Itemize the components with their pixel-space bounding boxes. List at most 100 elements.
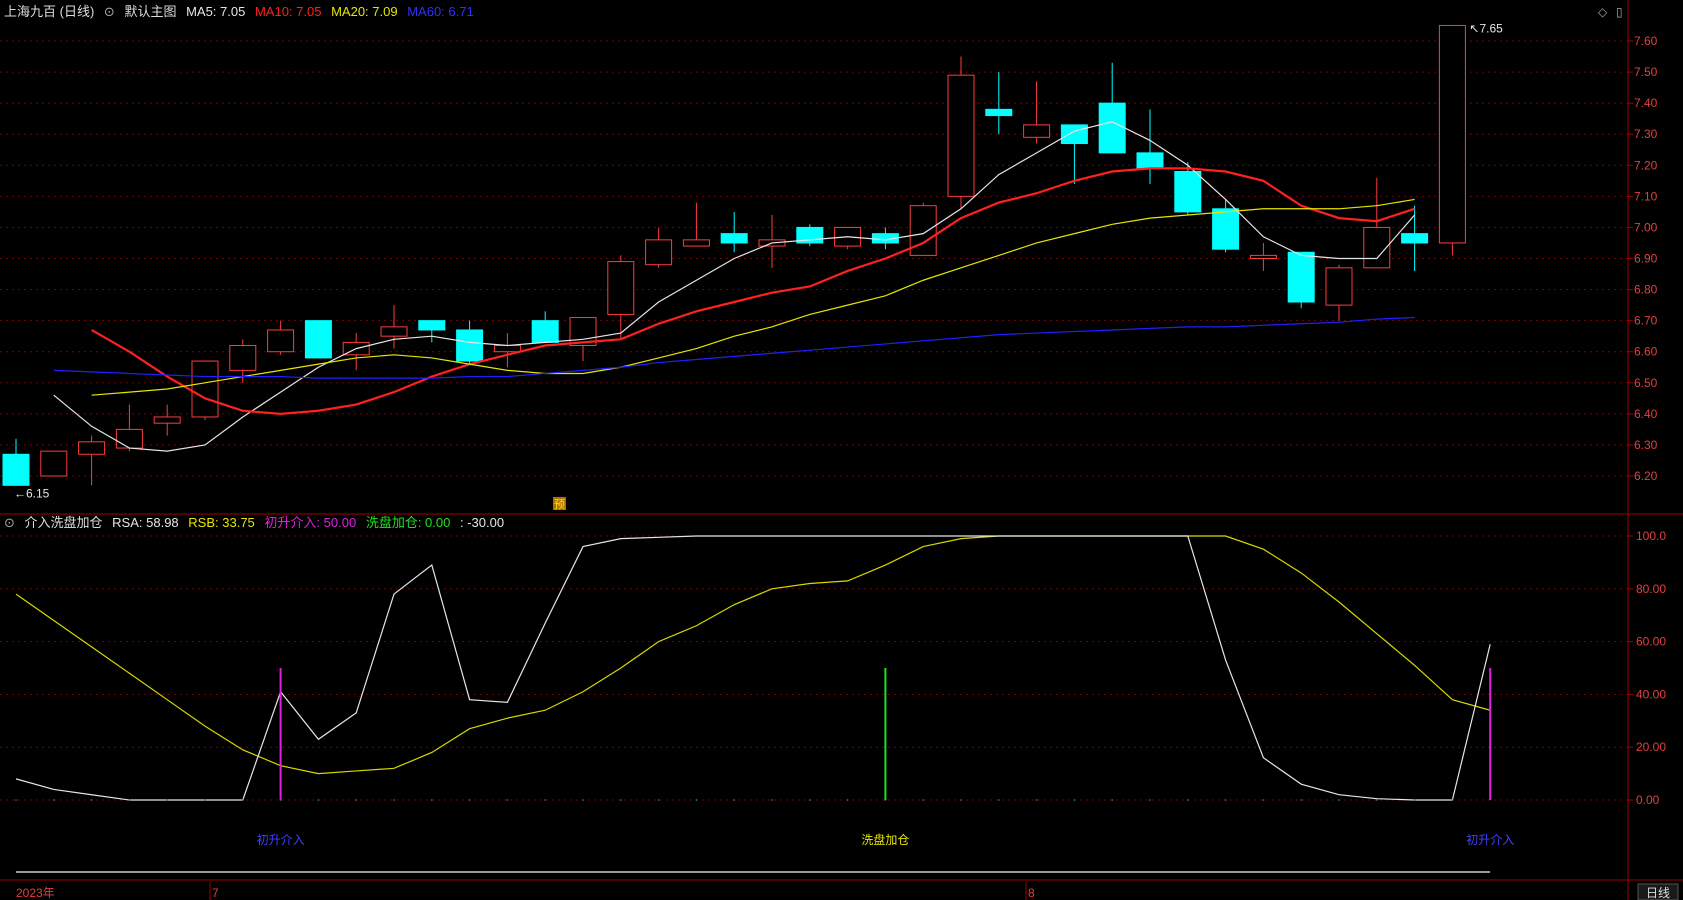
year-label: 2023年 [16, 886, 55, 900]
baseline-dot [620, 799, 622, 801]
baseline-dot [468, 799, 471, 801]
ma-line-ma60 [53, 316, 1415, 379]
candle-down [1098, 102, 1126, 154]
rsa-label: RSA: 58.98 [112, 515, 179, 530]
main-y-tick-label: 6.30 [1634, 438, 1658, 452]
baseline-dot [733, 799, 735, 801]
candle-down [985, 108, 1013, 117]
baseline-dot [998, 799, 1000, 801]
candle-up [1325, 267, 1353, 306]
baseline-dot [846, 799, 849, 801]
main-y-tick-label: 7.50 [1634, 65, 1658, 79]
baseline-dot [922, 799, 924, 801]
main-y-tick-label: 6.40 [1634, 407, 1658, 421]
candle-up [229, 345, 257, 371]
baseline-dot [1149, 799, 1151, 801]
baseline-dot [960, 799, 962, 801]
candle-up [40, 450, 68, 477]
baseline-dot [1073, 799, 1076, 801]
month-7-label: 7 [212, 886, 219, 900]
candle-up [267, 329, 295, 353]
baseline-dot [1338, 799, 1340, 801]
candle-down [1401, 233, 1429, 244]
main-y-tick-label: 6.90 [1634, 252, 1658, 266]
baseline-dot [90, 799, 93, 801]
panel-toggle-icon[interactable]: ▯ [1616, 5, 1623, 19]
baseline-dot [1300, 799, 1302, 801]
baseline-dot [1451, 799, 1454, 801]
candle-up [1249, 254, 1277, 259]
baseline-dot [1413, 799, 1416, 801]
main-y-tick-label: 7.40 [1634, 96, 1658, 110]
rsb-line [15, 535, 1491, 775]
candle-up [645, 239, 673, 266]
candle-down [1136, 152, 1164, 169]
main-y-tick-label: 6.60 [1634, 345, 1658, 359]
extra-value-label: : -30.00 [459, 515, 505, 530]
candle-down [418, 320, 446, 331]
baseline-dot [242, 799, 244, 801]
ma20-label: MA20: 7.09 [331, 4, 398, 19]
indicator-dropdown-icon[interactable]: ⊙ [4, 515, 15, 530]
baseline-dot [809, 799, 811, 801]
stock-title: 上海九百 (日线) [4, 4, 95, 19]
candle-up [191, 360, 219, 418]
indicator-name[interactable]: 介入洗盘加仓 [25, 515, 103, 530]
main-y-tick-label: 6.80 [1634, 283, 1658, 297]
stock-chart[interactable]: 7.60 7.50 7.40 7.30 7.20 7.10 7.00 6.90 6.80 6.70… [0, 0, 1683, 900]
baseline-dot [53, 799, 55, 801]
baseline-dot [393, 799, 395, 801]
main-y-tick-label: 7.20 [1634, 158, 1658, 172]
candle-down [304, 320, 332, 359]
low-price-marker: ←6.15 [14, 487, 50, 501]
candle-up [380, 326, 408, 337]
main-y-tick-label: 7.30 [1634, 127, 1658, 141]
main-y-tick-label: 6.70 [1634, 314, 1658, 328]
signal-label-add: 洗盘加仓 [861, 832, 909, 847]
main-y-tick-label: 7.60 [1634, 34, 1658, 48]
baseline-dot [1035, 799, 1038, 801]
baseline-dot [771, 799, 773, 801]
ma10-label: MA10: 7.05 [254, 4, 322, 19]
signal-label-buy: 初升介入 [257, 833, 305, 847]
baseline-dot [204, 799, 206, 801]
baseline-dot [1111, 799, 1113, 801]
period-button-label: 日线 [1646, 886, 1670, 900]
candle-up [682, 239, 710, 247]
baseline-dot [15, 799, 17, 801]
candle-up [78, 441, 106, 455]
ma5-label: MA5: 7.05 [186, 4, 246, 19]
signal-label-buy: 初升介入 [1466, 833, 1514, 847]
sub-y-tick-label: 100.0 [1636, 529, 1666, 543]
high-price-marker: ↖7.65 [1469, 21, 1503, 35]
diamond-icon[interactable]: ◇ [1598, 5, 1607, 19]
ma60-label: MA60: 6.71 [407, 4, 474, 19]
sub-y-tick-label: 80.00 [1636, 582, 1666, 596]
baseline-dot [431, 799, 433, 801]
forecast-badge: 预 [554, 498, 565, 511]
candle-down [1287, 251, 1315, 303]
main-y-tick-label: 6.20 [1634, 469, 1658, 483]
sub-y-tick-label: 40.00 [1636, 687, 1666, 701]
baseline-dot [1187, 799, 1189, 801]
candle-up [1438, 24, 1466, 244]
baseline-dot [1376, 799, 1378, 801]
baseline-dot [582, 799, 584, 801]
rsb-label: RSB: 33.75 [188, 515, 255, 530]
main-y-tick-label: 6.50 [1634, 376, 1658, 390]
dropdown-icon[interactable]: ⊙ [104, 4, 115, 19]
baseline-dot [506, 799, 509, 801]
main-y-tick-label: 7.00 [1634, 220, 1658, 234]
candle-down [720, 233, 748, 244]
month-8-label: 8 [1028, 886, 1035, 900]
candle-up [493, 345, 521, 353]
candle-down [1212, 208, 1240, 250]
candle-down [1174, 171, 1202, 213]
baseline-dot [128, 799, 131, 801]
main-chart-label[interactable]: 默认主图 [124, 4, 176, 19]
baseline-dot [166, 799, 168, 801]
main-y-tick-label: 7.10 [1634, 189, 1658, 203]
candle-down [2, 453, 30, 486]
chushen-label: 初升介入: 50.00 [264, 515, 357, 530]
baseline-dot [317, 799, 320, 801]
